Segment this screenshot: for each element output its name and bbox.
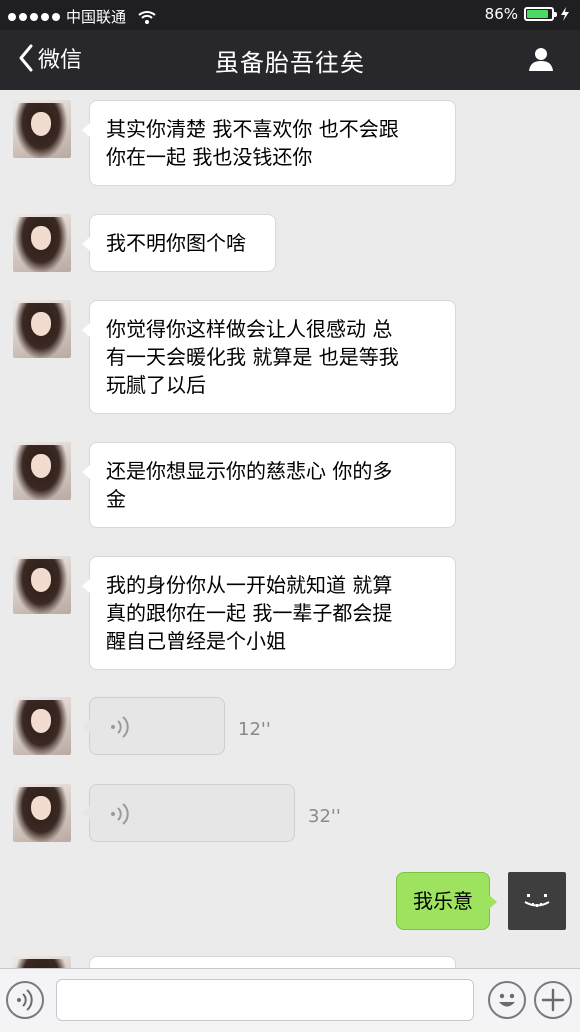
message-line: 我不明你图个啥 xyxy=(106,231,246,255)
profile-button[interactable] xyxy=(526,44,556,74)
nav-bar: 微信 虽备胎吾往矣 xyxy=(0,30,580,90)
charging-icon xyxy=(560,7,570,21)
avatar[interactable] xyxy=(13,214,71,272)
voice-duration: 32'' xyxy=(308,806,341,827)
emoji-icon xyxy=(499,993,515,1007)
my-avatar[interactable] xyxy=(508,872,566,930)
chat-area[interactable]: 其实你清楚 我不喜欢你 也不会跟 你在一起 我也没钱还你 我不明你图个啥 你觉得… xyxy=(0,90,580,970)
carrier-label: 中国联通 xyxy=(66,8,127,26)
avatar[interactable] xyxy=(13,442,71,500)
message-bubble[interactable]: 我的身份你从一开始就知道 就算 真的跟你在一起 我一辈子都会提 醒自己曾经是个小… xyxy=(82,556,456,670)
message-line: 醒自己曾经是个小姐 xyxy=(106,629,286,653)
message-line: 真的跟你在一起 我一辈子都会提 xyxy=(106,601,393,625)
battery-icon xyxy=(524,7,557,21)
message-bubble[interactable]: 还是你想显示你的慈悲心 你的多 金 xyxy=(82,442,456,528)
message-line: 其实你清楚 我不喜欢你 也不会跟 xyxy=(106,117,399,141)
avatar[interactable] xyxy=(13,556,71,614)
voice-message-bubble[interactable] xyxy=(82,697,225,755)
avatar[interactable] xyxy=(13,100,71,158)
message-line: 有一天会暖化我 就算是 也是等我 xyxy=(106,345,399,369)
message-line: 金 xyxy=(106,487,126,511)
message-line: 你在一起 我也没钱还你 xyxy=(106,145,313,169)
emoji-button[interactable] xyxy=(488,981,526,1019)
message-bubble[interactable]: 其实你清楚 我不喜欢你 也不会跟 你在一起 我也没钱还你 xyxy=(82,100,456,186)
voice-message-bubble[interactable] xyxy=(82,784,295,842)
message-line: 我的身份你从一开始就知道 就算 xyxy=(106,573,393,597)
profile-icon xyxy=(529,48,553,71)
avatar[interactable] xyxy=(13,697,71,755)
avatar[interactable] xyxy=(13,784,71,842)
my-message-bubble[interactable]: 我乐意 xyxy=(396,872,497,930)
message-line: 我乐意 xyxy=(413,889,473,913)
battery-percent: 86% xyxy=(484,5,518,23)
input-bar xyxy=(0,968,580,1032)
avatar[interactable] xyxy=(13,300,71,358)
message-line: 还是你想显示你的慈悲心 你的多 xyxy=(106,459,393,483)
plus-button[interactable] xyxy=(534,981,572,1019)
message-bubble[interactable]: 你觉得你这样做会让人很感动 总 有一天会暖化我 就算是 也是等我 玩腻了以后 xyxy=(82,300,456,414)
wifi-icon xyxy=(138,10,156,24)
voice-duration: 12'' xyxy=(238,719,271,740)
message-line: 你觉得你这样做会让人很感动 总 xyxy=(106,317,393,341)
voice-input-button[interactable] xyxy=(6,981,44,1019)
message-bubble[interactable]: 我不明你图个啥 xyxy=(82,214,276,272)
chat-title: 虽备胎吾往矣 xyxy=(215,49,365,77)
voice-input-icon xyxy=(17,989,33,1011)
message-input[interactable] xyxy=(56,979,474,1021)
voice-wave-icon xyxy=(111,716,129,738)
status-bar: 中国联通 86% xyxy=(0,0,580,30)
signal-icon xyxy=(8,12,60,21)
message-line: 玩腻了以后 xyxy=(106,373,206,397)
plus-icon xyxy=(541,988,565,1012)
voice-wave-icon xyxy=(111,803,129,825)
